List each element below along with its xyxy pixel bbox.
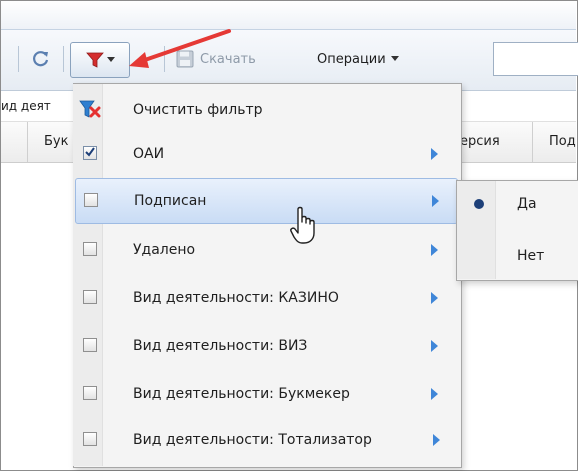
funnel-icon	[85, 52, 104, 68]
submenu-arrow-icon	[431, 244, 438, 256]
chevron-down-icon	[106, 57, 115, 62]
menu-item-signed[interactable]: Подписан	[75, 178, 458, 224]
checkbox[interactable]	[83, 338, 97, 352]
menu-item-activity-viz[interactable]: Вид деятельности: ВИЗ	[74, 324, 460, 368]
menu-item-label: Очистить фильтр	[133, 102, 263, 118]
submenu-arrow-icon	[432, 195, 439, 207]
menu-item-activity-totalizator[interactable]: Вид деятельности: Тотализатор	[74, 418, 460, 462]
checkbox[interactable]	[84, 193, 98, 207]
column-divider	[27, 122, 28, 162]
menu-item-label: Вид деятельности: Тотализатор	[133, 432, 372, 448]
refresh-icon	[33, 51, 49, 67]
menu-item-label: Вид деятельности: ВИЗ	[133, 338, 308, 354]
menu-item-deleted[interactable]: Удалено	[74, 228, 460, 272]
menu-item-clear-filter[interactable]: Очистить фильтр	[74, 88, 460, 132]
subbar-text: ид деят	[1, 99, 51, 113]
refresh-button[interactable]	[28, 42, 54, 76]
checkmark-icon	[85, 147, 95, 157]
clear-filter-icon	[79, 100, 101, 118]
submenu-arrow-icon	[431, 292, 438, 304]
hand-cursor-icon	[290, 206, 315, 244]
menu-item-activity-casino[interactable]: Вид деятельности: КАЗИНО	[74, 276, 460, 320]
checkbox[interactable]	[83, 432, 97, 446]
menu-item-label: Удалено	[133, 242, 196, 258]
operations-menu-button[interactable]: Операции	[317, 42, 399, 76]
checkbox[interactable]	[83, 290, 97, 304]
submenu-item-label: Нет	[517, 248, 545, 264]
menu-item-label: Подписан	[134, 193, 207, 209]
menu-item-label: ОАИ	[133, 146, 165, 162]
submenu-arrow-icon	[431, 388, 438, 400]
submenu-arrow-icon	[433, 434, 440, 446]
menu-item-label: Вид деятельности: Букмекер	[133, 386, 350, 402]
submenu-arrow-icon	[431, 340, 438, 352]
column-header[interactable]: Бук	[44, 122, 68, 162]
submenu-item-no[interactable]: Нет	[457, 236, 578, 276]
checkbox[interactable]	[83, 386, 97, 400]
title-strip	[1, 1, 576, 30]
column-header[interactable]: ерсия	[460, 122, 500, 162]
column-divider	[532, 122, 533, 162]
submenu-item-yes[interactable]: Да	[457, 184, 578, 224]
menu-item-label: Вид деятельности: КАЗИНО	[133, 290, 339, 306]
toolbar-separator	[63, 46, 64, 72]
column-header[interactable]: Под	[549, 122, 576, 162]
radio-dot-icon	[474, 199, 484, 209]
operations-label: Операции	[317, 51, 386, 67]
filter-button[interactable]	[70, 42, 130, 78]
annotation-arrow-icon	[129, 29, 231, 68]
chevron-down-icon	[390, 56, 399, 61]
toolbar-separator	[18, 46, 19, 72]
search-input[interactable]	[493, 42, 578, 76]
menu-item-activity-bookmaker[interactable]: Вид деятельности: Букмекер	[74, 372, 460, 416]
submenu-item-label: Да	[517, 196, 537, 212]
submenu-arrow-icon	[431, 148, 438, 160]
menu-item-oai[interactable]: ОАИ	[74, 132, 460, 176]
checkbox[interactable]	[83, 242, 97, 256]
